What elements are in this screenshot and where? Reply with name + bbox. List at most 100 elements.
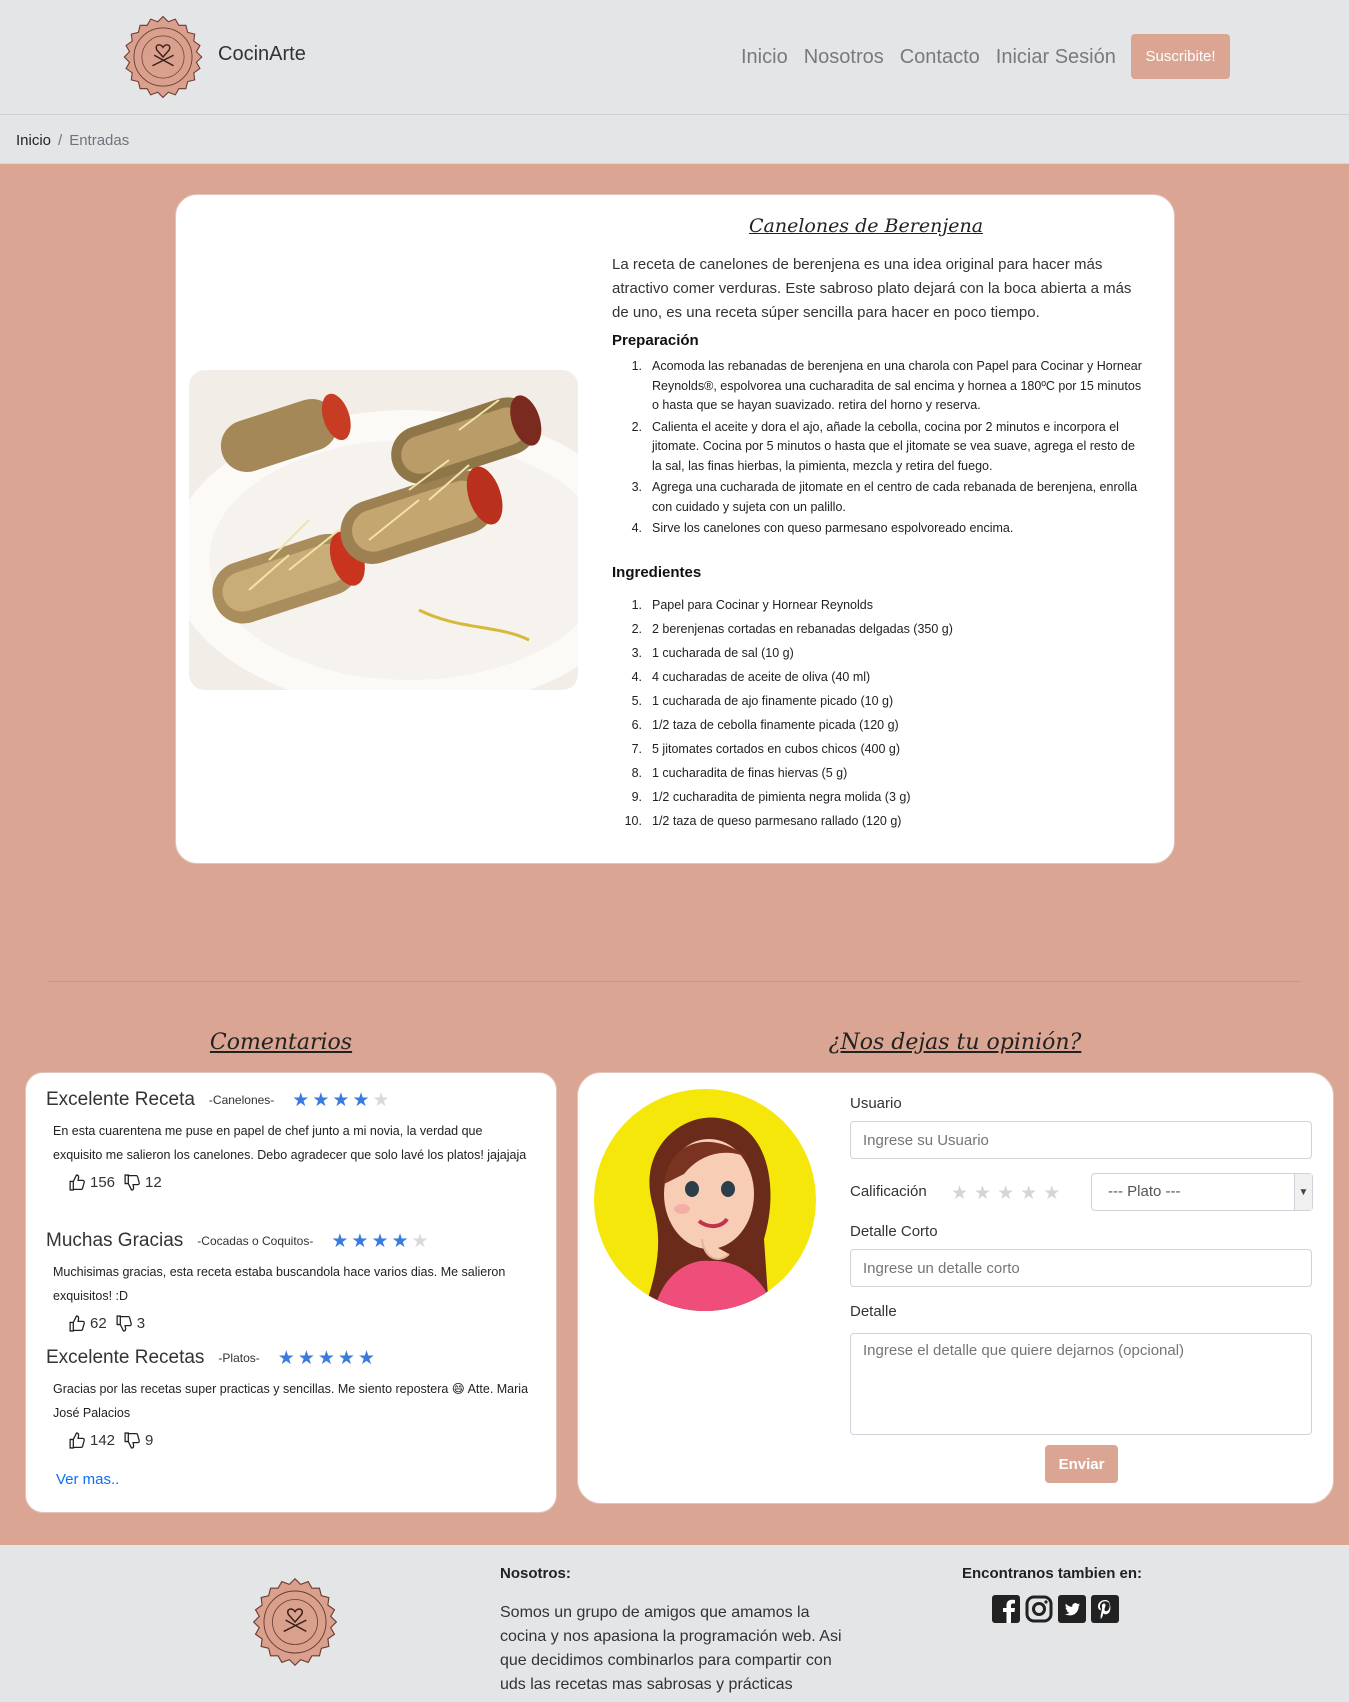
dislike-count: 3 bbox=[136, 1314, 146, 1332]
star-icon: ★ bbox=[357, 1347, 375, 1369]
star-icon[interactable]: ★ bbox=[951, 1184, 968, 1203]
brand-name[interactable]: CocinArte bbox=[218, 43, 306, 66]
list-item: 2. 2 berenjenas cortadas en rebanadas del… bbox=[631, 622, 953, 636]
rating-label: Calificación bbox=[850, 1183, 927, 1200]
list-item: 7. 5 jitomates cortados en cubos chicos (… bbox=[631, 742, 901, 756]
star-icon: ★ bbox=[352, 1089, 370, 1111]
star-icon: ★ bbox=[331, 1230, 349, 1252]
comment-tag: -Platos- bbox=[218, 1351, 260, 1365]
comment-item: Excelente Recetas -Platos- ★ ★ ★ ★ ★ Gracias… bbox=[46, 1343, 536, 1451]
star-icon[interactable]: ★ bbox=[997, 1184, 1014, 1203]
dish-select[interactable]: --- Plato --- ▼ bbox=[1091, 1173, 1313, 1211]
star-icon[interactable]: ★ bbox=[1020, 1184, 1037, 1203]
detail-textarea[interactable] bbox=[850, 1333, 1312, 1435]
opinion-heading: ¿Nos dejas tu opinión? bbox=[828, 1030, 1082, 1055]
recipe-title: Canelones de Berenjena bbox=[748, 215, 984, 237]
chevron-down-icon[interactable]: ▼ bbox=[1294, 1174, 1312, 1210]
navbar: CocinArte Inicio Nosotros Contacto Inici… bbox=[0, 0, 1349, 115]
brand-logo[interactable] bbox=[119, 13, 207, 101]
list-item: 8. 1 cucharadita de finas hiervas (5 g) bbox=[631, 766, 848, 780]
user-input[interactable] bbox=[850, 1121, 1312, 1159]
steps-title: Preparación bbox=[612, 332, 699, 349]
comment-body: Gracias por las recetas super practicas … bbox=[53, 1382, 529, 1420]
thumbs-up-icon[interactable] bbox=[68, 1431, 85, 1449]
list-item: 1. Papel para Cocinar y Hornear Reynolds bbox=[631, 598, 873, 612]
instagram-icon[interactable] bbox=[1025, 1595, 1053, 1623]
social-icons bbox=[992, 1595, 1119, 1623]
dish-select-value: --- Plato --- bbox=[1108, 1183, 1181, 1200]
short-detail-input[interactable] bbox=[850, 1249, 1312, 1287]
thumbs-down-icon[interactable] bbox=[123, 1431, 140, 1449]
list-item: 4. 4 cucharadas de aceite de oliva (40 ml… bbox=[631, 670, 871, 684]
star-icon: ★ bbox=[277, 1347, 295, 1369]
star-icon: ★ bbox=[372, 1089, 390, 1111]
comment-body: En esta cuarentena me puse en papel de c… bbox=[53, 1124, 527, 1162]
star-icon: ★ bbox=[411, 1230, 429, 1252]
comment-body: Muchisimas gracias, esta receta estaba b… bbox=[53, 1265, 506, 1303]
comment-tag: -Canelones- bbox=[208, 1093, 275, 1107]
rating-input[interactable]: ★ ★ ★ ★ ★ bbox=[951, 1184, 1060, 1203]
breadcrumb-current: Entradas bbox=[69, 132, 130, 149]
dislike-count: 12 bbox=[145, 1173, 162, 1191]
footer: Nosotros: Somos un grupo de amigos que a… bbox=[0, 1545, 1349, 1702]
dislike-count: 9 bbox=[145, 1431, 154, 1449]
comment-item: Excelente Receta -Canelones- ★ ★ ★ ★ ★ En es… bbox=[46, 1085, 536, 1193]
footer-about-text: Somos un grupo de amigos que amamos la c… bbox=[500, 1604, 842, 1693]
nav-link-contacto[interactable]: Contacto bbox=[900, 46, 980, 69]
recipe-image bbox=[189, 370, 578, 690]
list-item: 2. Calienta el aceite y dora el ajo, añad… bbox=[631, 419, 1135, 473]
star-icon: ★ bbox=[391, 1230, 409, 1252]
footer-logo bbox=[252, 1578, 338, 1666]
recipe-card: Canelones de Berenjena La receta de cane… bbox=[175, 194, 1175, 864]
section-divider bbox=[47, 981, 1301, 982]
star-icon: ★ bbox=[292, 1089, 310, 1111]
comment-rating: ★ ★ ★ ★ ★ bbox=[278, 1349, 375, 1368]
star-icon: ★ bbox=[312, 1089, 330, 1111]
submit-button[interactable]: Enviar bbox=[1045, 1445, 1118, 1483]
list-item: 4. Sirve los canelones con queso parmesan… bbox=[631, 521, 1014, 535]
pinterest-icon[interactable] bbox=[1091, 1595, 1119, 1623]
comments-heading: Comentarios bbox=[209, 1030, 353, 1055]
nav-link-inicio[interactable]: Inicio bbox=[741, 46, 788, 69]
thumbs-down-icon[interactable] bbox=[115, 1314, 132, 1332]
star-icon[interactable]: ★ bbox=[974, 1184, 991, 1203]
comment-rating: ★ ★ ★ ★ ★ bbox=[331, 1232, 428, 1251]
twitter-icon[interactable] bbox=[1058, 1595, 1086, 1623]
list-item: 6. 1/2 taza de cebolla finamente picada (… bbox=[631, 718, 899, 732]
ingredients-list: 1. Papel para Cocinar y Hornear Reynolds … bbox=[612, 593, 1142, 833]
comments-card: Excelente Receta -Canelones- ★ ★ ★ ★ ★ En es… bbox=[25, 1072, 557, 1513]
comment-title: Excelente Recetas bbox=[46, 1347, 205, 1368]
subscribe-button[interactable]: Suscribite! bbox=[1131, 34, 1230, 79]
like-count: 156 bbox=[90, 1173, 116, 1191]
thumbs-up-icon[interactable] bbox=[68, 1173, 85, 1191]
star-icon[interactable]: ★ bbox=[1043, 1184, 1060, 1203]
star-icon: ★ bbox=[337, 1347, 355, 1369]
star-icon: ★ bbox=[297, 1347, 315, 1369]
comment-title: Excelente Receta bbox=[46, 1089, 195, 1110]
nav-link-iniciar-sesion[interactable]: Iniciar Sesión bbox=[996, 46, 1116, 69]
star-icon: ★ bbox=[371, 1230, 389, 1252]
opinion-form: Usuario Calificación ★ ★ ★ ★ ★ --- Plato… bbox=[577, 1072, 1334, 1504]
list-item: 10. 1/2 taza de queso parmesano rallado (… bbox=[624, 814, 902, 828]
list-item: 5. 1 cucharada de ajo finamente picado (1… bbox=[631, 694, 894, 708]
like-count: 142 bbox=[90, 1431, 116, 1449]
thumbs-down-icon[interactable] bbox=[123, 1173, 140, 1191]
thumbs-up-icon[interactable] bbox=[68, 1314, 85, 1332]
nav-links: Inicio Nosotros Contacto Iniciar Sesión bbox=[741, 46, 1132, 69]
steps-list: 1. Acomoda las rebanadas de berenjena en … bbox=[612, 357, 1142, 541]
ingredients-title: Ingredientes bbox=[612, 564, 702, 581]
facebook-icon[interactable] bbox=[992, 1595, 1020, 1623]
comment-tag: -Cocadas o Coquitos- bbox=[197, 1234, 314, 1248]
detail-label: Detalle bbox=[850, 1303, 897, 1320]
breadcrumb-home[interactable]: Inicio bbox=[16, 132, 51, 149]
see-more-link[interactable]: Ver mas.. bbox=[56, 1471, 119, 1488]
breadcrumb: Inicio / Entradas bbox=[0, 115, 1349, 164]
nav-link-nosotros[interactable]: Nosotros bbox=[804, 46, 884, 69]
comment-rating: ★ ★ ★ ★ ★ bbox=[292, 1091, 389, 1110]
footer-social-title: Encontranos tambien en: bbox=[962, 1565, 1143, 1582]
star-icon: ★ bbox=[332, 1089, 350, 1111]
avatar bbox=[594, 1089, 816, 1311]
list-item: 3. 1 cucharada de sal (10 g) bbox=[631, 646, 794, 660]
star-icon: ★ bbox=[351, 1230, 369, 1252]
comment-title: Muchas Gracias bbox=[46, 1230, 184, 1251]
